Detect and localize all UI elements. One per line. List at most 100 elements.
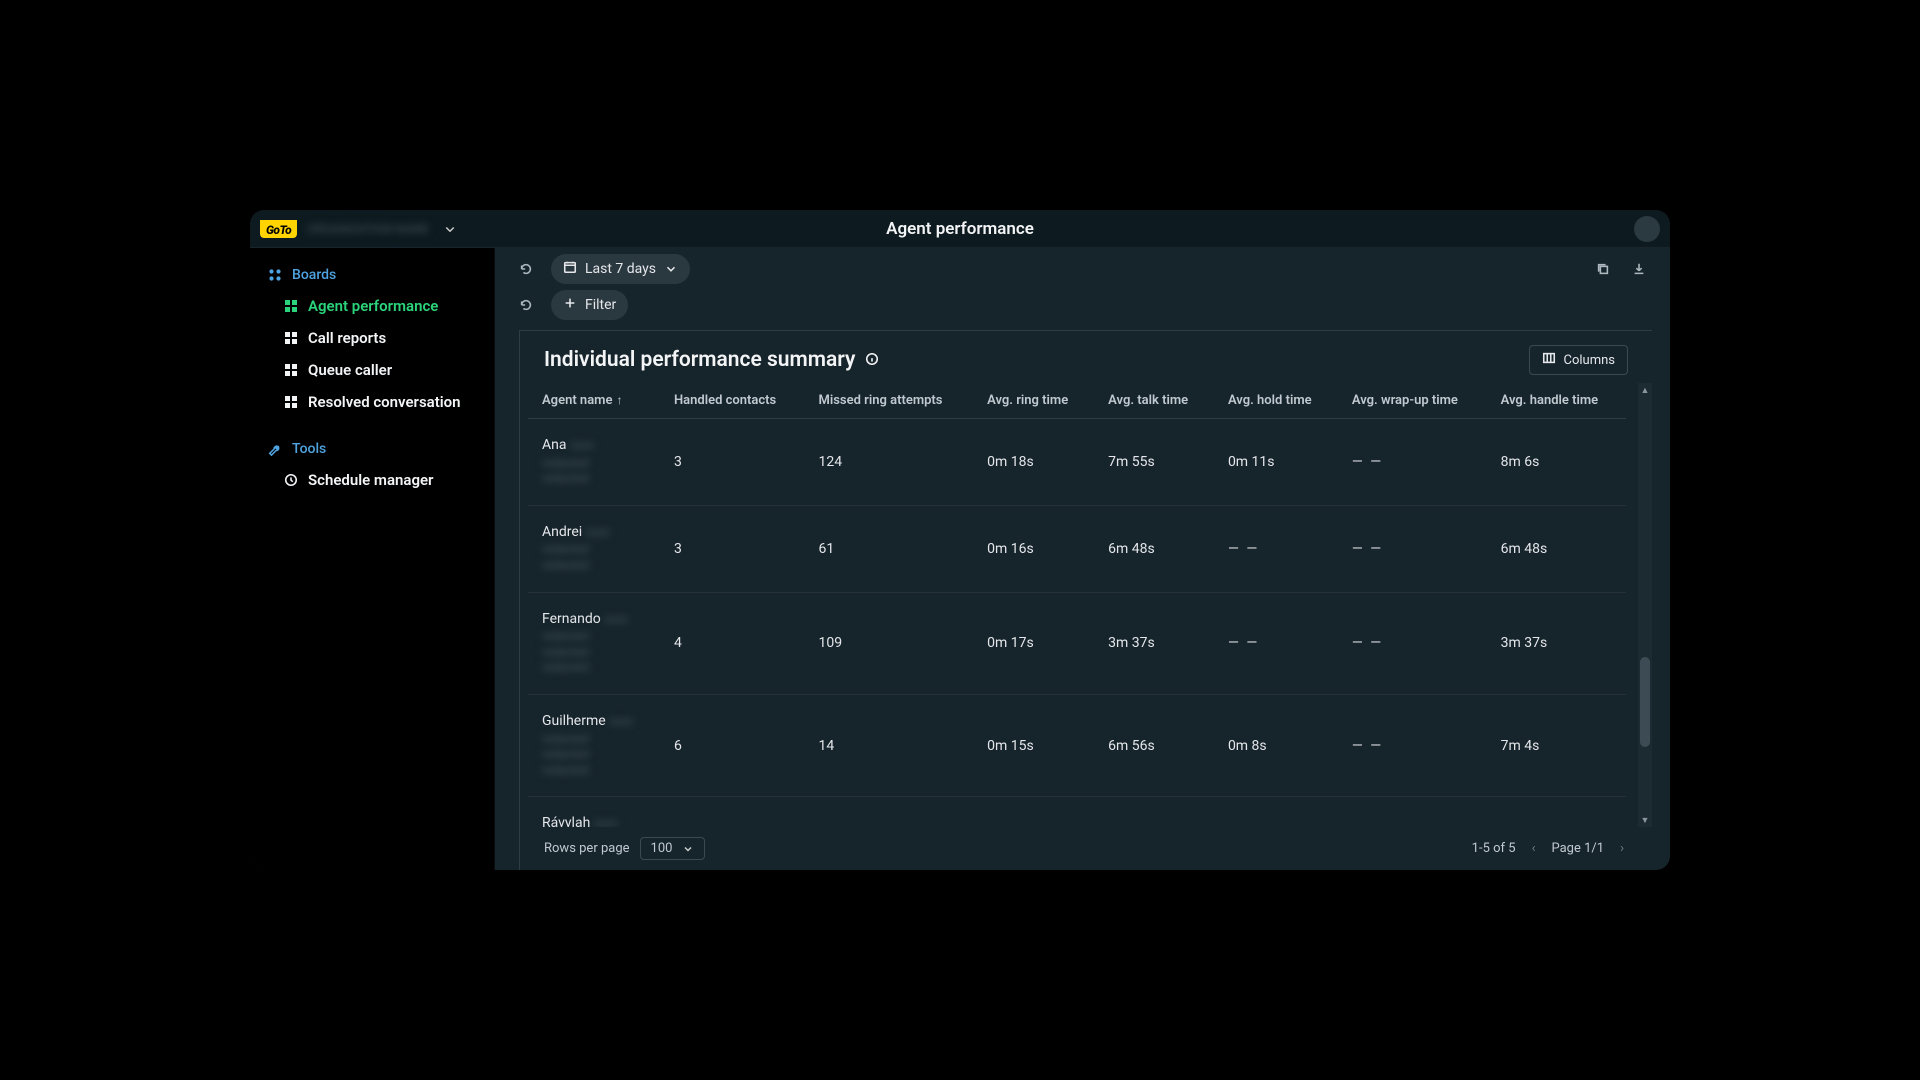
table-row[interactable]: Fernando xxxxredactedredactedredacted410… (528, 592, 1626, 694)
filter-label: Filter (585, 297, 616, 313)
cell-missed: 14 (805, 694, 974, 796)
performance-table: Agent name↑Handled contactsMissed ring a… (528, 383, 1626, 827)
toolbar-row-2: Filter (495, 290, 1670, 330)
rows-per-page-label: Rows per page (544, 841, 630, 856)
boards-label: Boards (292, 267, 336, 283)
rows-value: 100 (651, 841, 673, 856)
pagination-range: 1-5 of 5 (1472, 841, 1516, 856)
copy-button[interactable] (1590, 256, 1616, 282)
section-title: Individual performance summary (544, 348, 879, 372)
table-row[interactable]: Andrei xxxxredactedredacted3610m 16s6m 4… (528, 505, 1626, 592)
cell-talk (1094, 797, 1214, 827)
column-header[interactable]: Agent name↑ (528, 383, 660, 419)
cell-talk: 3m 37s (1094, 592, 1214, 694)
cell-missed: 124 (805, 419, 974, 506)
column-header[interactable]: Avg. wrap-up time (1338, 383, 1487, 419)
scrollbar[interactable]: ▲ ▼ (1638, 383, 1652, 827)
cell-handle: 3m 37s (1487, 592, 1626, 694)
add-filter-button[interactable]: Filter (551, 290, 628, 320)
agent-name: Ana xxxx (542, 437, 646, 454)
cell-wrap: — — (1338, 694, 1487, 796)
org-name: ORGANIZATION NAME (307, 222, 429, 236)
rows-per-page-select[interactable]: 100 (640, 837, 706, 860)
agent-detail-redacted: redacted (542, 542, 646, 558)
download-button[interactable] (1626, 256, 1652, 282)
agent-detail-redacted: redacted (542, 747, 646, 763)
scroll-up-arrow[interactable]: ▲ (1638, 383, 1652, 397)
table-wrap: Agent name↑Handled contactsMissed ring a… (520, 383, 1652, 827)
cell-wrap (1338, 797, 1487, 827)
cell-missed (805, 797, 974, 827)
cell-handle: 6m 48s (1487, 505, 1626, 592)
grid-icon (284, 299, 298, 313)
agent-name-cell: Guilherme xxxxredactedredactedredacted (528, 694, 660, 796)
column-header[interactable]: Avg. ring time (973, 383, 1094, 419)
clock-icon (284, 473, 298, 487)
prev-page-button[interactable]: ‹ (1528, 841, 1540, 856)
cell-handled: 3 (660, 505, 805, 592)
info-icon[interactable] (865, 348, 879, 372)
wrench-icon (268, 442, 282, 456)
sidebar-item-agent-performance[interactable]: Agent performance (250, 290, 494, 322)
agent-name-cell: Ana xxxxredactedredacted (528, 419, 660, 506)
cell-handled: 4 (660, 592, 805, 694)
date-range-label: Last 7 days (585, 261, 656, 277)
chevron-down-icon (682, 843, 694, 855)
avatar[interactable] (1634, 216, 1660, 242)
agent-name: Rávylah xxxx (542, 815, 646, 827)
agent-detail-redacted: redacted (542, 471, 646, 487)
scrollbar-thumb[interactable] (1640, 657, 1650, 747)
agent-detail-redacted: redacted (542, 629, 646, 645)
cell-hold: — — (1214, 592, 1338, 694)
table-row[interactable]: Ana xxxxredactedredacted31240m 18s7m 55s… (528, 419, 1626, 506)
sidebar: Boards Agent performance Call reports Qu… (250, 248, 495, 870)
table-scroll[interactable]: Agent name↑Handled contactsMissed ring a… (528, 383, 1626, 827)
sidebar-item-resolved-conversation[interactable]: Resolved conversation (250, 386, 494, 418)
reset-filters-button[interactable] (513, 292, 539, 318)
table-row[interactable]: Guilherme xxxxredactedredactedredacted61… (528, 694, 1626, 796)
sidebar-item-label: Call reports (308, 329, 386, 347)
column-header[interactable]: Avg. talk time (1094, 383, 1214, 419)
sidebar-item-call-reports[interactable]: Call reports (250, 322, 494, 354)
scroll-down-arrow[interactable]: ▼ (1638, 813, 1652, 827)
sidebar-item-schedule-manager[interactable]: Schedule manager (250, 464, 494, 496)
column-header[interactable]: Avg. hold time (1214, 383, 1338, 419)
sidebar-item-queue-caller[interactable]: Queue caller (250, 354, 494, 386)
next-page-button[interactable]: › (1616, 841, 1628, 856)
date-range-button[interactable]: Last 7 days (551, 254, 690, 284)
agent-name-cell: Rávylah xxxx (528, 797, 660, 827)
cell-ring: 0m 15s (973, 694, 1094, 796)
sidebar-item-label: Queue caller (308, 361, 392, 379)
content-panel: Individual performance summary Columns (519, 330, 1652, 870)
agent-name-cell: Andrei xxxxredactedredacted (528, 505, 660, 592)
app-window: GoTo ORGANIZATION NAME Agent performance… (250, 210, 1670, 870)
table-row[interactable]: Rávylah xxxx (528, 797, 1626, 827)
sidebar-item-label: Resolved conversation (308, 393, 461, 411)
toolbar-row-1: Last 7 days (495, 248, 1670, 290)
column-header[interactable]: Missed ring attempts (805, 383, 974, 419)
main: Last 7 days (495, 248, 1670, 870)
agent-name-cell: Fernando xxxxredactedredactedredacted (528, 592, 660, 694)
agent-detail-redacted: redacted (542, 660, 646, 676)
cell-wrap: — — (1338, 419, 1487, 506)
plus-icon (563, 296, 577, 314)
org-chevron[interactable] (437, 216, 463, 242)
column-header[interactable]: Avg. handle time (1487, 383, 1626, 419)
cell-hold: 0m 8s (1214, 694, 1338, 796)
cell-talk: 6m 56s (1094, 694, 1214, 796)
refresh-button[interactable] (513, 256, 539, 282)
sidebar-section-tools[interactable]: Tools (250, 434, 494, 464)
sidebar-item-label: Agent performance (308, 297, 438, 315)
column-header[interactable]: Handled contacts (660, 383, 805, 419)
cell-handle (1487, 797, 1626, 827)
columns-icon (1542, 351, 1556, 369)
section-title-text: Individual performance summary (544, 348, 855, 372)
sidebar-section-boards[interactable]: Boards (250, 260, 494, 290)
columns-button[interactable]: Columns (1529, 345, 1629, 375)
agent-name: Guilherme xxxx (542, 713, 646, 730)
pagination-page: Page 1/1 (1551, 841, 1604, 856)
cell-handle: 7m 4s (1487, 694, 1626, 796)
table-footer: Rows per page 100 1-5 of 5 ‹ Page 1/1 › (520, 827, 1652, 870)
chevron-down-icon (664, 262, 678, 276)
grid-icon (284, 363, 298, 377)
